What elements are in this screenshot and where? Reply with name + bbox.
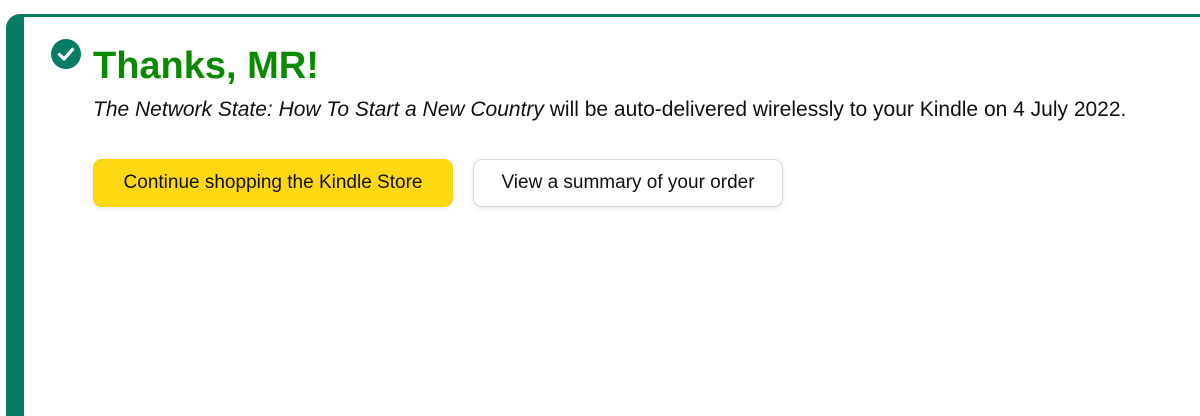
delivery-message: The Network State: How To Start a New Co… xyxy=(93,96,1126,124)
confirmation-heading: Thanks, MR! xyxy=(93,45,319,87)
delivery-text: will be auto-delivered wirelessly to you… xyxy=(543,98,1127,121)
view-order-summary-button[interactable]: View a summary of your order xyxy=(473,159,783,207)
check-circle-icon xyxy=(51,39,81,69)
book-title: The Network State: How To Start a New Co… xyxy=(93,98,544,121)
continue-shopping-button[interactable]: Continue shopping the Kindle Store xyxy=(93,159,453,207)
